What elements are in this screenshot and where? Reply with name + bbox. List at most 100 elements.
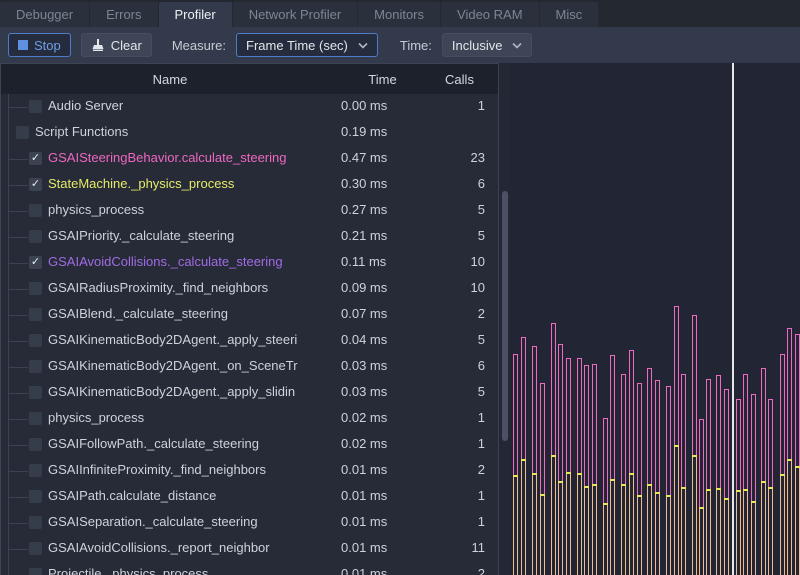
frame-bar-pink-segment xyxy=(780,354,785,474)
frame-bar-pink-segment xyxy=(761,368,766,481)
table-row[interactable]: GSAIBlend._calculate_steering0.07 ms2 xyxy=(1,302,498,328)
column-header-calls[interactable]: Calls xyxy=(426,64,493,94)
frame-bar-pink-segment xyxy=(692,315,697,455)
row-checkbox-unchecked[interactable] xyxy=(29,230,42,243)
column-header-time[interactable]: Time xyxy=(339,64,426,94)
tree-guide-dash xyxy=(9,523,28,524)
frame-time-graph[interactable] xyxy=(511,63,800,575)
row-time-value: 0.01 ms xyxy=(341,514,425,529)
row-checkbox-checked[interactable]: ✓ xyxy=(29,152,42,165)
frame-bar-pink-segment xyxy=(795,334,800,466)
stop-button[interactable]: Stop xyxy=(8,33,71,57)
table-row[interactable]: GSAIKinematicBody2DAgent._apply_slidin0.… xyxy=(1,380,498,406)
clear-button[interactable]: Clear xyxy=(81,33,152,57)
frame-bar-pink-segment xyxy=(629,350,634,473)
row-checkbox-unchecked[interactable] xyxy=(29,360,42,373)
row-time-value: 0.07 ms xyxy=(341,306,425,321)
row-time-value: 0.02 ms xyxy=(341,436,425,451)
table-row[interactable]: GSAIRadiusProximity._find_neighbors0.09 … xyxy=(1,276,498,302)
row-checkbox-unchecked[interactable] xyxy=(29,282,42,295)
frame-bar-tan-segment xyxy=(795,468,800,575)
frame-bar-pink-segment xyxy=(532,346,537,473)
row-time-value: 0.03 ms xyxy=(341,358,425,373)
frame-bar-tan-segment xyxy=(513,477,518,575)
frame-bar-pink-segment xyxy=(681,374,686,487)
frame-bar-tan-segment xyxy=(540,496,545,575)
row-checkbox-unchecked[interactable] xyxy=(29,386,42,399)
row-checkbox-unchecked[interactable] xyxy=(29,412,42,425)
frame-bar xyxy=(743,63,748,575)
row-checkbox-unchecked[interactable] xyxy=(29,100,42,113)
row-function-name: GSAIAvoidCollisions._calculate_steering xyxy=(48,254,283,269)
tab-monitors[interactable]: Monitors xyxy=(358,2,440,27)
row-checkbox-unchecked[interactable] xyxy=(29,334,42,347)
frame-bar xyxy=(761,63,766,575)
frame-bar-tan-segment xyxy=(637,497,642,575)
tab-errors[interactable]: Errors xyxy=(90,2,157,27)
tree-guide-dash xyxy=(9,211,28,212)
frame-bar xyxy=(666,63,671,575)
row-checkbox-unchecked[interactable] xyxy=(29,542,42,555)
table-row[interactable]: ✓StateMachine._physics_process0.30 ms6 xyxy=(1,172,498,198)
row-checkbox-unchecked[interactable] xyxy=(16,126,29,139)
table-row[interactable]: physics_process0.02 ms1 xyxy=(1,406,498,432)
row-checkbox-unchecked[interactable] xyxy=(29,464,42,477)
row-checkbox-unchecked[interactable] xyxy=(29,204,42,217)
row-calls-value: 11 xyxy=(423,540,489,555)
frame-bar xyxy=(577,63,582,575)
tab-profiler[interactable]: Profiler xyxy=(159,2,232,27)
table-row[interactable]: Script Functions0.19 ms xyxy=(1,120,498,146)
frame-bar-tan-segment xyxy=(751,503,756,575)
tab-misc[interactable]: Misc xyxy=(540,2,599,27)
frame-bar-pink-segment xyxy=(521,337,526,459)
row-calls-value: 2 xyxy=(423,306,489,321)
frame-bar-pink-segment xyxy=(592,364,597,484)
row-checkbox-unchecked[interactable] xyxy=(29,568,42,575)
row-checkbox-unchecked[interactable] xyxy=(29,438,42,451)
table-row[interactable]: GSAIAvoidCollisions._report_neighbor0.01… xyxy=(1,536,498,562)
profile-tree-panel: Name Time Calls Audio Server0.00 ms1Scri… xyxy=(0,63,499,575)
frame-bar-tan-segment xyxy=(761,483,766,575)
table-row[interactable]: GSAIKinematicBody2DAgent._on_SceneTr0.03… xyxy=(1,354,498,380)
time-select[interactable]: Inclusive xyxy=(442,33,533,57)
frame-bar-pink-segment xyxy=(566,358,571,472)
broom-icon xyxy=(91,38,105,52)
table-row[interactable]: ✓GSAISteeringBehavior.calculate_steering… xyxy=(1,146,498,172)
row-checkbox-checked[interactable]: ✓ xyxy=(29,256,42,269)
row-checkbox-unchecked[interactable] xyxy=(29,490,42,503)
column-header-name[interactable]: Name xyxy=(1,64,339,94)
tab-network-profiler[interactable]: Network Profiler xyxy=(233,2,357,27)
row-calls-value: 5 xyxy=(423,228,489,243)
table-row[interactable]: GSAIKinematicBody2DAgent._apply_steeri0.… xyxy=(1,328,498,354)
tree-guide-dash xyxy=(9,367,28,368)
tree-scrollbar[interactable] xyxy=(500,63,510,575)
frame-bar-tan-segment xyxy=(681,489,686,575)
row-calls-value: 10 xyxy=(423,280,489,295)
frame-bar xyxy=(787,63,792,575)
table-row[interactable]: GSAIFollowPath._calculate_steering0.02 m… xyxy=(1,432,498,458)
scrollbar-thumb[interactable] xyxy=(502,191,508,441)
row-calls-value: 2 xyxy=(423,462,489,477)
tab-debugger[interactable]: Debugger xyxy=(0,2,89,27)
profiler-content: Name Time Calls Audio Server0.00 ms1Scri… xyxy=(0,63,800,575)
table-row[interactable]: Projectile._physics_process0.01 ms2 xyxy=(1,562,498,575)
frame-bar-tan-segment xyxy=(647,486,652,575)
tree-guide-dash xyxy=(9,237,28,238)
table-row[interactable]: ✓ GSAIAvoidCollisions._calculate_steering… xyxy=(1,250,498,276)
measure-select[interactable]: Frame Time (sec) xyxy=(236,33,378,57)
table-row[interactable]: GSAIInfiniteProximity._find_neighbors0.0… xyxy=(1,458,498,484)
table-row[interactable]: Audio Server0.00 ms1 xyxy=(1,94,498,120)
row-checkbox-checked[interactable]: ✓ xyxy=(29,178,42,191)
row-checkbox-unchecked[interactable] xyxy=(29,516,42,529)
table-row[interactable]: physics_process0.27 ms5 xyxy=(1,198,498,224)
table-row[interactable]: GSAIPath.calculate_distance0.01 ms1 xyxy=(1,484,498,510)
frame-bar-pink-segment xyxy=(647,368,652,484)
frame-bar xyxy=(681,63,686,575)
frame-bar xyxy=(603,63,608,575)
table-row[interactable]: GSAIPriority._calculate_steering0.21 ms5 xyxy=(1,224,498,250)
frame-bar-pink-segment xyxy=(787,328,792,459)
row-checkbox-unchecked[interactable] xyxy=(29,308,42,321)
tab-video-ram[interactable]: Video RAM xyxy=(441,2,539,27)
table-row[interactable]: GSAISeparation._calculate_steering0.01 m… xyxy=(1,510,498,536)
time-select-value: Inclusive xyxy=(452,38,503,53)
